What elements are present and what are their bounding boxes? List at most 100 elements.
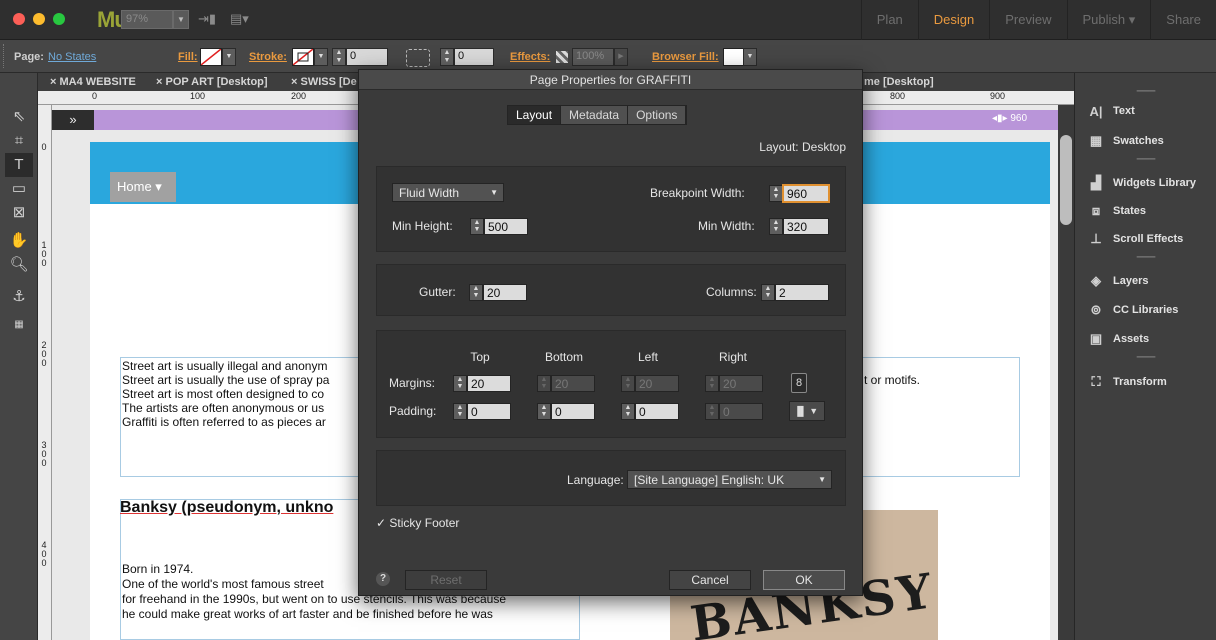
padding-top-input[interactable]: 0 — [467, 403, 511, 420]
mode-design[interactable]: Design — [917, 0, 989, 40]
effects-label[interactable]: Effects: — [510, 51, 550, 63]
tab-options[interactable]: Options — [628, 106, 687, 124]
opacity-input[interactable]: 100% — [572, 48, 614, 66]
zoom-tool-icon[interactable]: 🔍︎ — [5, 253, 33, 277]
browser-fill-label[interactable]: Browser Fill: — [652, 51, 719, 63]
padding-left-input[interactable]: 0 — [635, 403, 679, 420]
panel-assets[interactable]: ▣ Assets — [1075, 325, 1216, 353]
min-height-stepper[interactable]: ▲ ▼ — [470, 218, 484, 235]
panels-dock: ▔▔▔ A| Text ▦ Swatches ▔▔▔ ▟ Widgets Librar… — [1074, 73, 1216, 640]
stroke-dropdown[interactable]: ▼ — [314, 48, 328, 66]
vertical-scrollbar[interactable] — [1058, 105, 1074, 640]
panel-layers[interactable]: ◈ Layers — [1075, 267, 1216, 295]
mode-preview[interactable]: Preview — [989, 0, 1066, 40]
effects-icon[interactable] — [556, 51, 568, 63]
min-height-input[interactable]: 500 — [484, 218, 528, 235]
panel-states[interactable]: ⧈ States — [1075, 197, 1216, 225]
corner-radius-stepper[interactable]: ▲ ▼ — [440, 48, 454, 66]
zoom-level-input[interactable]: 97% — [121, 10, 173, 29]
width-mode-select[interactable]: Fluid Width ▼ — [392, 183, 504, 202]
min-width-stepper[interactable]: ▲ ▼ — [769, 218, 783, 235]
help-icon[interactable]: ? — [376, 572, 390, 586]
doc-tab-swiss[interactable]: × SWISS [De — [291, 73, 357, 91]
preferences-icon[interactable]: ▤▾ — [230, 11, 249, 27]
breakpoint-expand-icon[interactable]: » — [52, 110, 94, 130]
banksy-heading: Banksy (pseudonym, unkno — [120, 499, 334, 516]
page-states-link[interactable]: No States — [48, 51, 96, 63]
panel-swatches[interactable]: ▦ Swatches — [1075, 127, 1216, 155]
panel-grip[interactable]: ▔▔▔ — [1075, 257, 1216, 267]
rectangle-tool-icon[interactable]: ▭ — [5, 177, 33, 201]
image-frame-tool-icon[interactable]: ⊠ — [5, 201, 33, 225]
min-height-label: Min Height: — [392, 219, 453, 233]
gutter-input[interactable]: 20 — [483, 284, 527, 301]
breakpoint-width-stepper[interactable]: ▲ ▼ — [769, 185, 783, 202]
margin-top-input[interactable]: 20 — [467, 375, 511, 392]
link-margins-icon[interactable]: 8 — [791, 373, 807, 393]
selection-tool-icon[interactable]: ⇖ — [5, 105, 33, 129]
margin-top-stepper[interactable]: ▲ ▼ — [453, 375, 467, 392]
breakpoint-width-input[interactable]: 960 — [783, 185, 829, 202]
close-window-button[interactable] — [13, 13, 25, 25]
padding-bottom-stepper[interactable]: ▲ ▼ — [537, 403, 551, 420]
swatches-icon: ▦ — [1089, 133, 1103, 148]
ruler-tick: 200 — [291, 91, 307, 101]
padding-options-dropdown[interactable]: ▐▌ ▼ — [789, 401, 825, 421]
margins-padding-group: Top Bottom Left Right Margins: ▲ ▼ 20 ▲ ▼ … — [376, 330, 846, 438]
tab-layout[interactable]: Layout — [508, 106, 562, 124]
mode-plan[interactable]: Plan — [860, 0, 918, 40]
ok-button[interactable]: OK — [763, 570, 845, 590]
text-grid-icon[interactable]: ▦ — [5, 313, 33, 337]
hand-tool-icon[interactable]: ✋ — [5, 229, 33, 253]
scrollbar-thumb[interactable] — [1060, 135, 1072, 225]
zoom-dropdown-button[interactable]: ▼ — [173, 10, 189, 29]
panel-scroll-effects[interactable]: ⊥ Scroll Effects — [1075, 225, 1216, 253]
mode-publish[interactable]: Publish ▾ — [1066, 0, 1151, 40]
home-menu-widget[interactable]: Home ▾ — [110, 172, 176, 202]
fill-swatch[interactable] — [200, 48, 222, 66]
panel-text[interactable]: A| Text — [1075, 97, 1216, 125]
intro-line: The artists are often anonymous or us — [122, 401, 325, 415]
panel-grip[interactable]: ▔▔▔ — [1075, 357, 1216, 367]
doc-tab-pop-art[interactable]: × POP ART [Desktop] — [156, 73, 268, 91]
fill-label[interactable]: Fill: — [178, 51, 198, 63]
opacity-dropdown[interactable]: ▶ — [614, 48, 628, 66]
tab-metadata[interactable]: Metadata — [561, 106, 629, 124]
text-panel-icon: A| — [1089, 103, 1103, 119]
panel-cc-libraries[interactable]: ⊚ CC Libraries — [1075, 296, 1216, 324]
doc-tab-ma4-website[interactable]: × MA4 WEBSITE — [50, 73, 136, 91]
stroke-label[interactable]: Stroke: — [249, 51, 287, 63]
zoom-window-button[interactable] — [53, 13, 65, 25]
stroke-width-input[interactable]: 0 — [346, 48, 388, 66]
vertical-ruler[interactable]: 0 1 0 0 2 0 0 3 0 0 4 0 0 — [38, 105, 52, 640]
min-width-input[interactable]: 320 — [783, 218, 829, 235]
browser-fill-dropdown[interactable]: ▼ — [743, 48, 757, 66]
columns-stepper[interactable]: ▲ ▼ — [761, 284, 775, 301]
breakpoint-marker[interactable]: ◂▮▸ 960 — [992, 113, 1027, 124]
arrange-icon[interactable]: ⇥▮ — [198, 11, 216, 27]
language-select[interactable]: [Site Language] English: UK ▼ — [627, 470, 832, 489]
anchor-icon[interactable]: ⚓︎ — [5, 285, 33, 309]
padding-bottom-input[interactable]: 0 — [551, 403, 595, 420]
sticky-footer-checkbox[interactable]: ✓ Sticky Footer — [376, 516, 459, 530]
fill-dropdown[interactable]: ▼ — [222, 48, 236, 66]
padding-top-stepper[interactable]: ▲ ▼ — [453, 403, 467, 420]
panel-transform[interactable]: ⛶ Transform — [1075, 368, 1216, 396]
mode-share[interactable]: Share — [1150, 0, 1216, 40]
cancel-button[interactable]: Cancel — [669, 570, 751, 590]
text-tool-icon[interactable]: T — [5, 153, 33, 177]
crop-tool-icon[interactable]: ⌗ — [5, 129, 33, 153]
stroke-swatch[interactable] — [292, 48, 314, 66]
language-label: Language: — [567, 473, 624, 487]
control-bar-grip — [3, 44, 6, 68]
corner-radius-input[interactable]: 0 — [454, 48, 494, 66]
panel-widgets-library[interactable]: ▟ Widgets Library — [1075, 169, 1216, 197]
doc-tab-graffiti[interactable]: me [Desktop] — [864, 73, 934, 91]
minimize-window-button[interactable] — [33, 13, 45, 25]
panel-grip[interactable]: ▔▔▔ — [1075, 159, 1216, 169]
browser-fill-swatch[interactable] — [723, 48, 745, 66]
stroke-width-stepper[interactable]: ▲ ▼ — [332, 48, 346, 66]
gutter-stepper[interactable]: ▲ ▼ — [469, 284, 483, 301]
columns-input[interactable]: 2 — [775, 284, 829, 301]
padding-left-stepper[interactable]: ▲ ▼ — [621, 403, 635, 420]
